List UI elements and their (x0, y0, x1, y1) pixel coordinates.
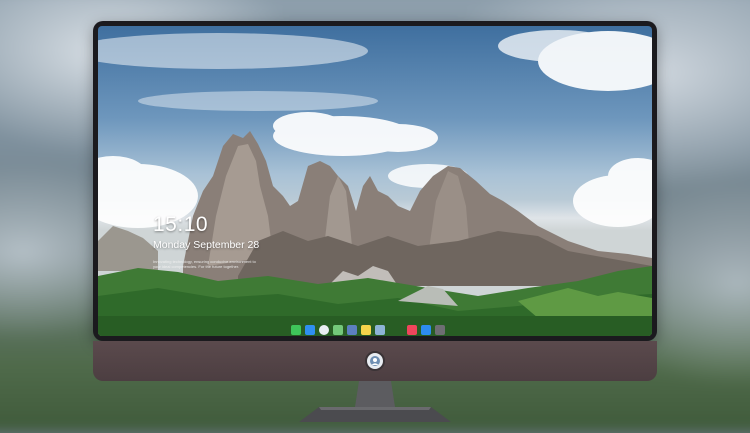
preview-icon[interactable] (375, 324, 385, 335)
launchpad-icon[interactable] (347, 324, 357, 335)
monitor-stand (299, 381, 451, 422)
monitor-bezel: 15:10 Monday September 28 Innovating tec… (93, 21, 657, 341)
monitor-screen[interactable]: 15:10 Monday September 28 Innovating tec… (98, 26, 652, 336)
lock-screen-clock: 15:10 (153, 213, 209, 236)
app-store-icon[interactable] (421, 324, 431, 335)
finder-icon[interactable] (305, 324, 315, 335)
maps-icon[interactable] (333, 324, 343, 335)
avatar-emblem-icon (370, 356, 380, 366)
desktop-monitor: 15:10 Monday September 28 Innovating tec… (93, 21, 657, 381)
notes-icon[interactable] (361, 324, 371, 335)
brand-logo-icon (365, 351, 385, 371)
mountain-wallpaper (98, 30, 652, 336)
music-icon[interactable] (407, 324, 417, 335)
dock (291, 323, 445, 336)
messages-icon[interactable] (291, 324, 301, 335)
lock-screen-date: Monday September 28 (153, 239, 260, 251)
photo-booth-icon[interactable] (435, 324, 445, 335)
safari-icon[interactable] (319, 324, 329, 335)
lock-screen-tagline: Innovating technology, ensuring conduciv… (153, 259, 256, 269)
